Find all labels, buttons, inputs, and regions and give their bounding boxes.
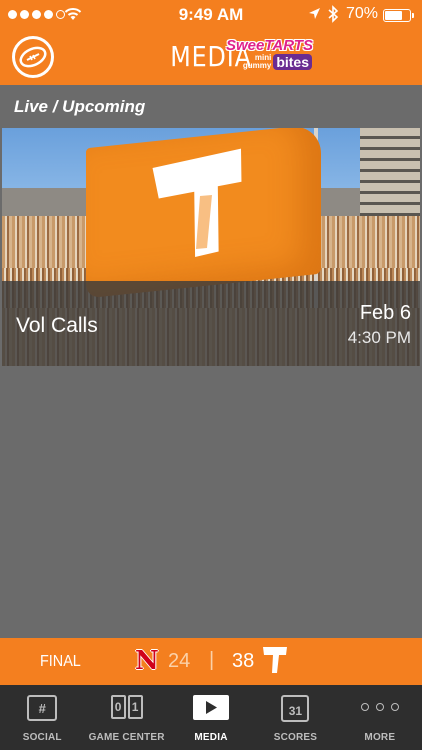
sponsor-product: bites [273, 54, 312, 70]
media-title: Vol Calls [16, 314, 98, 337]
stadium-tower [360, 128, 420, 218]
score-separator: | [209, 649, 215, 671]
tab-scores[interactable]: 31 SCORES [253, 685, 337, 750]
tab-label: MORE [364, 732, 396, 743]
page-title: MEDIA [170, 40, 252, 73]
tennessee-logo [263, 647, 287, 673]
media-time: 4:30 PM [347, 328, 411, 347]
hashtag-bubble-icon: # [27, 695, 58, 721]
tab-label: MEDIA [194, 732, 228, 743]
tab-label: SOCIAL [22, 732, 62, 743]
power-t-logo [152, 148, 242, 257]
tab-label: SCORES [273, 732, 318, 743]
sponsor-logo[interactable]: SweeTARTS mini gummy bites [226, 37, 313, 76]
battery-icon [383, 9, 414, 22]
more-icon [360, 703, 399, 711]
scoreboard-icon: 01 [110, 695, 143, 719]
score-ticker[interactable]: FINAL N 24 | 38 [0, 638, 422, 685]
battery-percent: 70% [346, 5, 379, 22]
game-status: FINAL [40, 653, 81, 670]
tab-social[interactable]: # SOCIAL [0, 685, 84, 750]
away-score: 24 [168, 650, 191, 672]
tab-bar: # SOCIAL 01 GAME CENTER MEDIA 31 SCORES … [0, 685, 422, 750]
tab-game-center[interactable]: 01 GAME CENTER [84, 685, 168, 750]
tab-media[interactable]: MEDIA [169, 685, 253, 750]
app-header: MEDIA SweeTARTS mini gummy bites [0, 30, 422, 85]
media-date: Feb 6 [359, 302, 411, 324]
media-card[interactable]: Vol Calls Feb 6 4:30 PM [2, 128, 420, 366]
tab-label: GAME CENTER [88, 732, 165, 743]
sponsor-name: SweeTARTS [226, 37, 313, 54]
nebraska-logo: N [135, 646, 159, 676]
tab-more[interactable]: MORE [338, 685, 422, 750]
calendar-icon: 31 [281, 695, 310, 722]
bluetooth-icon [328, 5, 339, 23]
play-icon [193, 695, 230, 720]
location-arrow-icon [309, 8, 320, 19]
home-score: 38 [232, 650, 255, 672]
section-title: Live / Upcoming [14, 97, 146, 116]
status-bar: 9:49 AM 70% [0, 0, 422, 30]
sponsor-tagline: mini gummy [242, 53, 272, 70]
